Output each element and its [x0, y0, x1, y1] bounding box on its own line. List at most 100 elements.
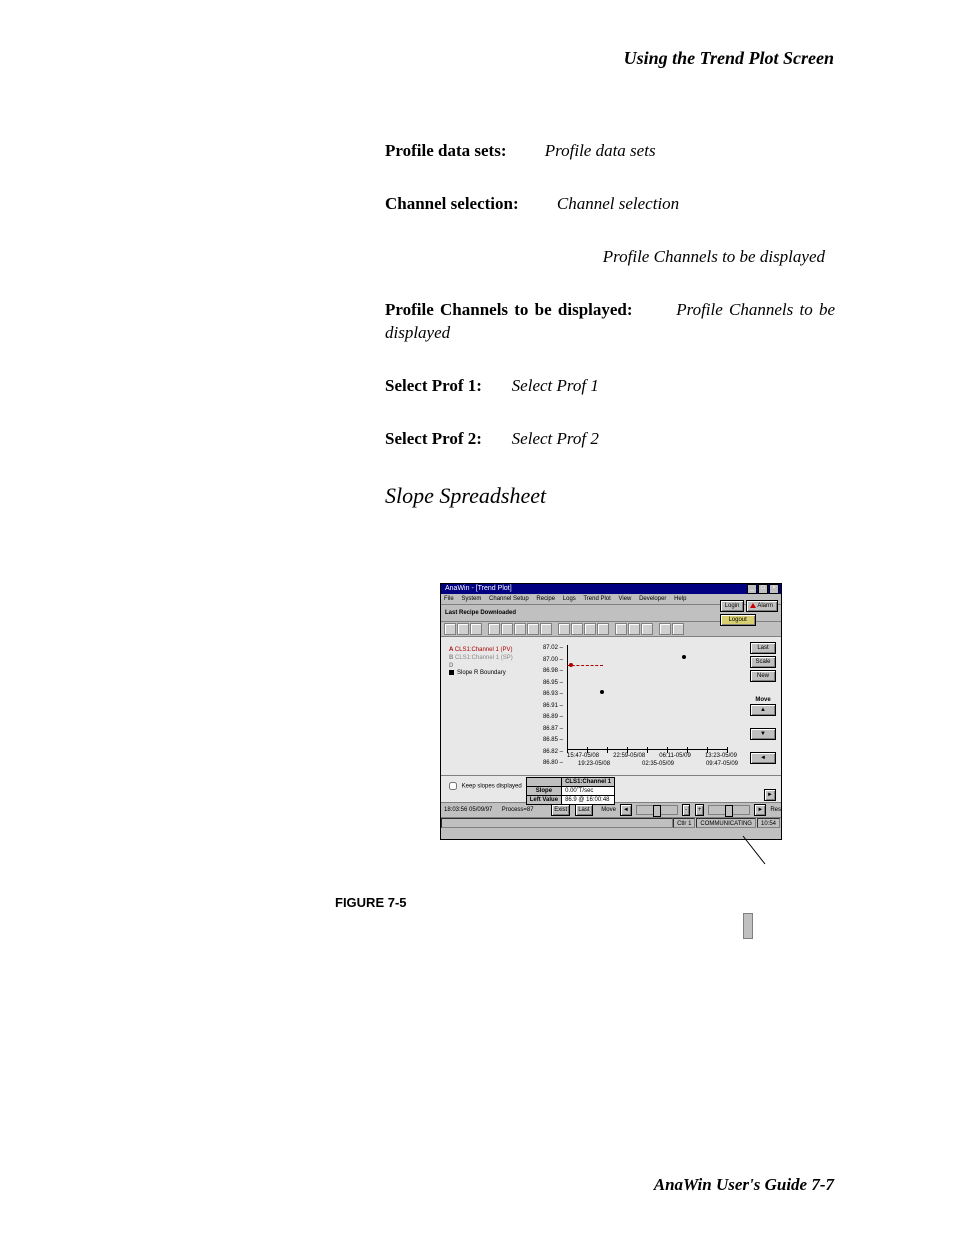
slope-table: CLS1:Channel 1 Slope 0.00˚T/sec Left Val…	[526, 777, 615, 805]
login-button[interactable]: Login	[720, 600, 745, 612]
y-tick: 86.98 –	[533, 666, 563, 678]
zoom-out-button[interactable]: -	[682, 804, 690, 816]
value: Profile data sets	[545, 141, 656, 160]
data-point	[600, 690, 604, 694]
menu-recipe[interactable]: Recipe	[536, 596, 555, 602]
menu-logs[interactable]: Logs	[563, 596, 576, 602]
y-tick: 87.02 –	[533, 643, 563, 655]
toolbar-icon[interactable]	[444, 623, 456, 635]
maximize-icon[interactable]: □	[758, 584, 768, 594]
def-select-prof2: Select Prof 2: Select Prof 2	[385, 428, 835, 451]
y-tick: 86.85 –	[533, 735, 563, 747]
last-button[interactable]: Last	[750, 642, 776, 654]
status-comm: COMMUNICATING	[696, 818, 756, 828]
minimize-icon[interactable]: _	[747, 584, 757, 594]
table-col-header: CLS1:Channel 1	[562, 778, 615, 787]
scale-button[interactable]: Scale	[750, 656, 776, 668]
def-profile-data-sets: Profile data sets: Profile data sets	[385, 140, 835, 163]
last-button-bottom[interactable]: Last	[575, 804, 592, 816]
def-select-prof1: Select Prof 1: Select Prof 1	[385, 375, 835, 398]
toolbar-icon[interactable]	[659, 623, 671, 635]
x-tick: 19:23-05/08	[578, 761, 610, 767]
legend-a: CLS1:Channel 1 (PV)	[449, 647, 513, 655]
y-tick: 86.80 –	[533, 758, 563, 770]
new-button[interactable]: New	[750, 670, 776, 682]
legend: CLS1:Channel 1 (PV) CLS1:Channel 1 (SP) …	[449, 647, 513, 678]
move-down-button[interactable]: ▼	[750, 728, 776, 740]
toolbar-icon[interactable]	[672, 623, 684, 635]
toolbar-icon[interactable]	[558, 623, 570, 635]
toolbar-icon[interactable]	[615, 623, 627, 635]
last-recipe-label: Last Recipe Downloaded	[441, 610, 516, 616]
label: Channel selection:	[385, 194, 519, 213]
side-buttons: Last Scale New Move ▲ ▼ ◄	[749, 641, 777, 765]
menu-help[interactable]: Help	[674, 596, 686, 602]
alarm-button[interactable]: Alarm	[746, 600, 778, 612]
move-right-bottom[interactable]: ►	[754, 804, 766, 816]
label: Select Prof 2:	[385, 429, 482, 448]
def-profile-channels: Profile Channels to be displayed: Profil…	[385, 299, 835, 345]
exist-button[interactable]: Exist	[551, 804, 570, 816]
x-tick: 22:59-05/08	[613, 753, 645, 759]
toolbar-icon[interactable]	[584, 623, 596, 635]
toolbar-icon[interactable]	[470, 623, 482, 635]
x-tick: 06:11-05/09	[659, 753, 691, 759]
page-footer: AnaWin User's Guide 7-7	[654, 1175, 834, 1195]
logout-button[interactable]: Logout	[720, 614, 756, 626]
toolbar-icon[interactable]	[641, 623, 653, 635]
menu-trend-plot[interactable]: Trend Plot	[583, 596, 610, 602]
move-left-button[interactable]: ◄	[750, 752, 776, 764]
def-profile-channels-note: Profile Channels to be displayed	[385, 246, 835, 269]
plot-area: CLS1:Channel 1 (PV) CLS1:Channel 1 (SP) …	[441, 637, 781, 802]
y-tick: 86.87 –	[533, 724, 563, 736]
status-bar: Ctlr 1 COMMUNICATING 10:54	[441, 817, 781, 828]
y-tick: 86.82 –	[533, 747, 563, 759]
status-ctlr: Ctlr 1	[673, 818, 695, 828]
legend-b: CLS1:Channel 1 (SP)	[449, 655, 513, 663]
embedded-screenshot: AnaWin - [Trend Plot] _ □ × File System …	[440, 583, 782, 840]
y-tick: 86.91 –	[533, 701, 563, 713]
move-slider[interactable]	[636, 805, 678, 815]
toolbar-icon[interactable]	[457, 623, 469, 635]
value: Channel selection	[557, 194, 679, 213]
res-label: Res	[770, 807, 781, 813]
window-title: AnaWin - [Trend Plot]	[445, 584, 512, 594]
y-tick: 87.00 –	[533, 655, 563, 667]
menu-developer[interactable]: Developer	[639, 596, 666, 602]
move-label: Move	[749, 697, 777, 703]
x-tick: 02:35-05/09	[642, 761, 674, 767]
x-tick: 09:47-05/09	[706, 761, 738, 767]
table-cell: 0.00˚T/sec	[562, 787, 615, 796]
mid-bar: Keep slopes displayed CLS1:Channel 1 Slo…	[441, 775, 781, 802]
toolbar-icon[interactable]	[527, 623, 539, 635]
value: Select Prof 2	[512, 429, 599, 448]
zoom-in-button[interactable]: +	[695, 804, 705, 816]
section-title: Slope Spreadsheet	[385, 481, 835, 511]
move-right-button[interactable]: ►	[764, 789, 776, 801]
x-tick: 15:47-05/08	[567, 753, 599, 759]
menu-view[interactable]: View	[618, 596, 631, 602]
page: Using the Trend Plot Screen Profile data…	[0, 0, 954, 1235]
square-icon	[449, 670, 454, 675]
zoom-slider[interactable]	[708, 805, 750, 815]
move-up-button[interactable]: ▲	[750, 704, 776, 716]
recipe-bar: Last Recipe Downloaded Login Alarm Logou…	[441, 605, 781, 622]
vertical-scrollbar[interactable]	[743, 913, 753, 939]
toolbar-icon[interactable]	[571, 623, 583, 635]
move-left-bottom[interactable]: ◄	[620, 804, 632, 816]
toolbar-icon[interactable]	[628, 623, 640, 635]
toolbar-icon[interactable]	[488, 623, 500, 635]
keep-slopes-checkbox[interactable]: Keep slopes displayed	[445, 779, 522, 793]
y-tick: 86.95 –	[533, 678, 563, 690]
menu-file[interactable]: File	[444, 596, 454, 602]
menu-system[interactable]: System	[461, 596, 481, 602]
menu-channel-setup[interactable]: Channel Setup	[489, 596, 529, 602]
x-axis-labels-top: 15:47-05/08 22:59-05/08 06:11-05/09 13:2…	[567, 753, 737, 759]
close-icon[interactable]: ×	[769, 584, 779, 594]
toolbar-icon[interactable]	[501, 623, 513, 635]
toolbar-icon[interactable]	[540, 623, 552, 635]
toolbar-icon[interactable]	[514, 623, 526, 635]
x-tick: 13:23-05/09	[705, 753, 737, 759]
status-time: 10:54	[757, 818, 780, 828]
toolbar-icon[interactable]	[597, 623, 609, 635]
